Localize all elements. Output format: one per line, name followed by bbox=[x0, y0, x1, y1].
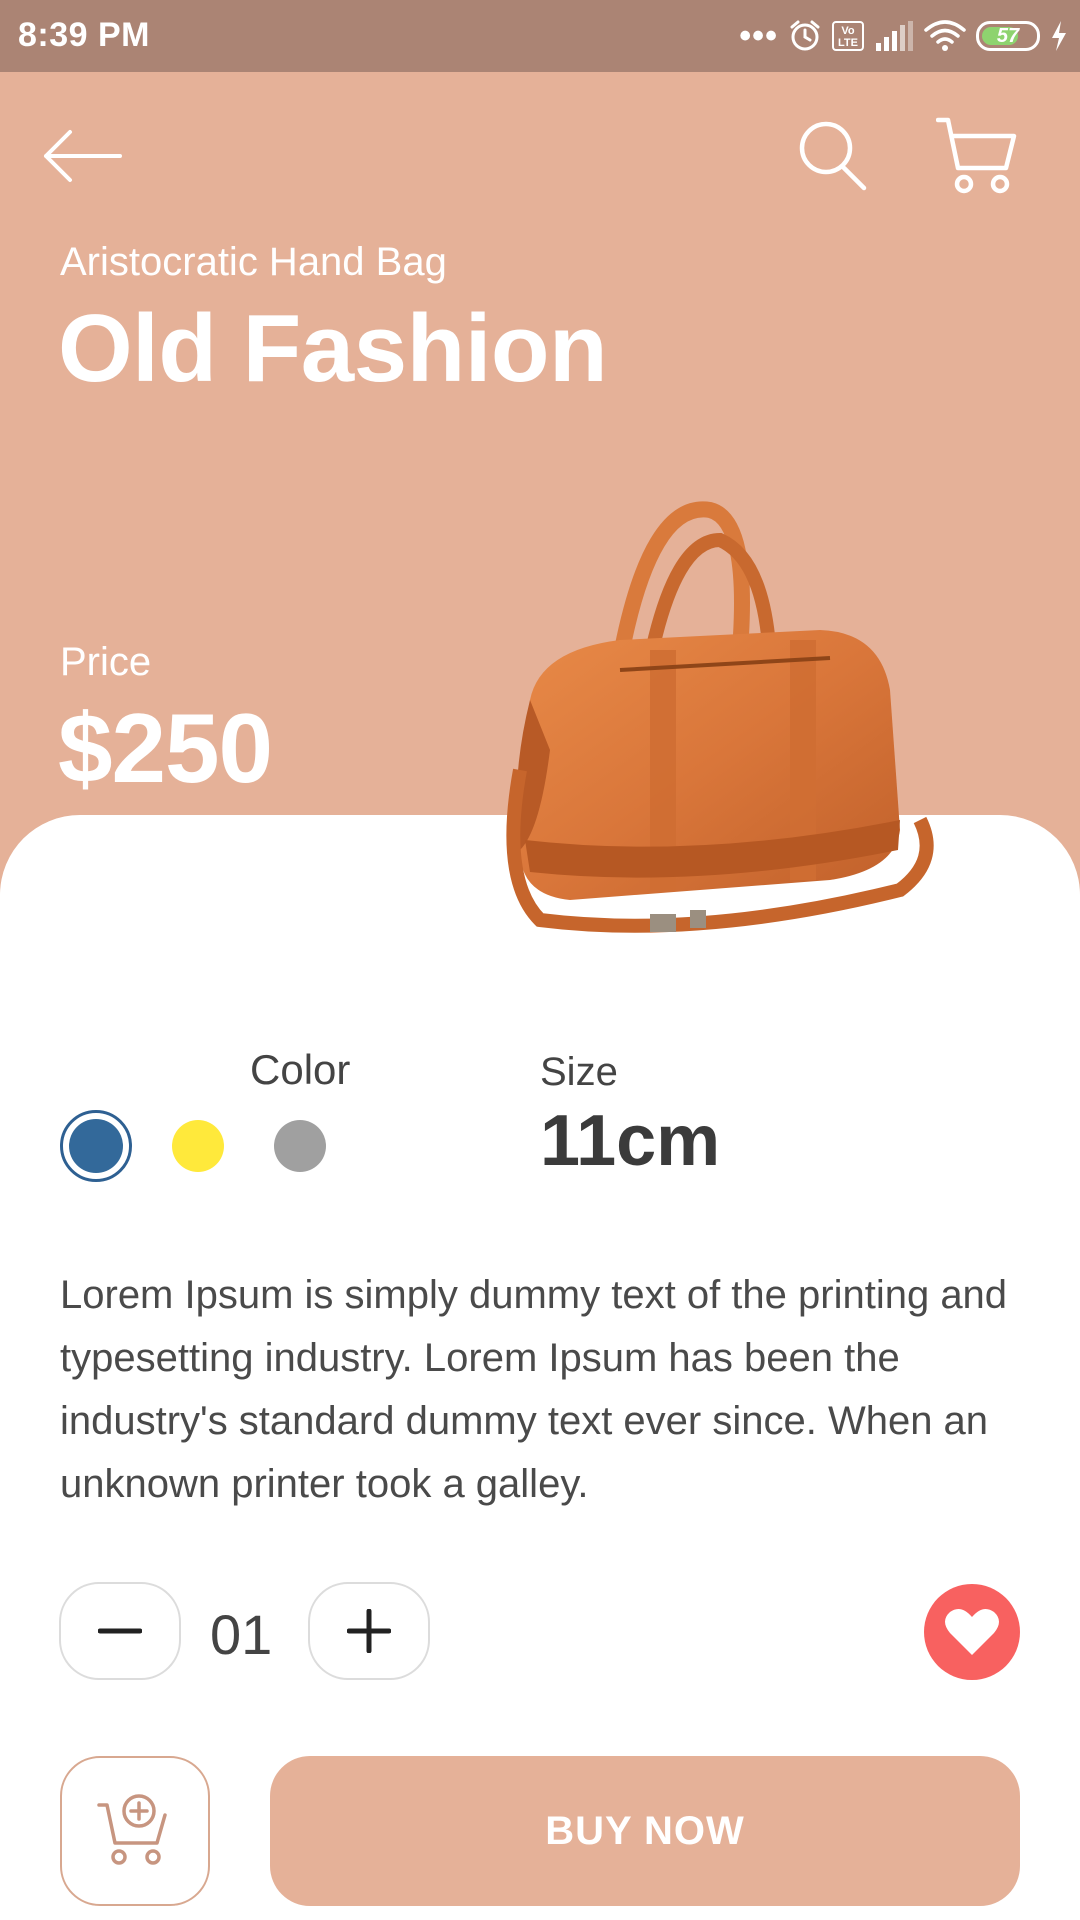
quantity-value: 01 bbox=[210, 1603, 273, 1666]
buy-now-button[interactable]: BUY NOW bbox=[270, 1756, 1020, 1906]
alarm-icon bbox=[790, 20, 820, 51]
charging-icon bbox=[1052, 21, 1066, 51]
add-to-cart-icon bbox=[97, 1794, 167, 1865]
plus-icon bbox=[347, 1609, 391, 1653]
back-arrow-icon bbox=[44, 130, 122, 182]
product-subtitle: Aristocratic Hand Bag bbox=[60, 240, 447, 284]
selected-color-dot bbox=[69, 1119, 123, 1173]
search-icon bbox=[799, 121, 867, 191]
product-description: Lorem Ipsum is simply dummy text of the … bbox=[60, 1273, 1008, 1506]
wifi-icon bbox=[924, 20, 966, 51]
favorite-button[interactable] bbox=[924, 1584, 1020, 1680]
cart-icon bbox=[935, 117, 1017, 194]
size-label: Size bbox=[540, 1050, 618, 1094]
color-swatch-yellow[interactable] bbox=[172, 1120, 224, 1172]
add-to-cart-button[interactable] bbox=[60, 1756, 210, 1906]
increase-quantity-button[interactable] bbox=[308, 1582, 430, 1680]
battery-level: 57 bbox=[996, 24, 1020, 47]
status-bar: 8:39 PM ••• Vo LTE 57 bbox=[0, 0, 1080, 72]
battery-icon: 57 bbox=[976, 21, 1040, 51]
price-label: Price bbox=[60, 640, 152, 684]
product-title: Old Fashion bbox=[58, 295, 608, 402]
color-swatch-gray[interactable] bbox=[274, 1120, 326, 1172]
signal-icon bbox=[876, 21, 913, 51]
price-value: $250 bbox=[58, 693, 273, 803]
minus-icon bbox=[98, 1628, 142, 1634]
cart-button[interactable] bbox=[935, 116, 1018, 196]
product-image bbox=[506, 501, 934, 933]
size-value: 11cm bbox=[540, 1101, 721, 1181]
back-button[interactable] bbox=[40, 128, 124, 184]
heart-icon bbox=[945, 1608, 999, 1655]
status-icons: ••• Vo LTE 57 bbox=[739, 14, 1068, 58]
color-swatch-blue[interactable] bbox=[60, 1110, 132, 1182]
notification-dots: ••• bbox=[739, 17, 778, 55]
decrease-quantity-button[interactable] bbox=[59, 1582, 181, 1680]
color-label: Color bbox=[250, 1046, 351, 1093]
search-button[interactable] bbox=[796, 118, 868, 194]
volte-icon: Vo LTE bbox=[832, 21, 864, 51]
status-time: 8:39 PM bbox=[18, 16, 150, 54]
